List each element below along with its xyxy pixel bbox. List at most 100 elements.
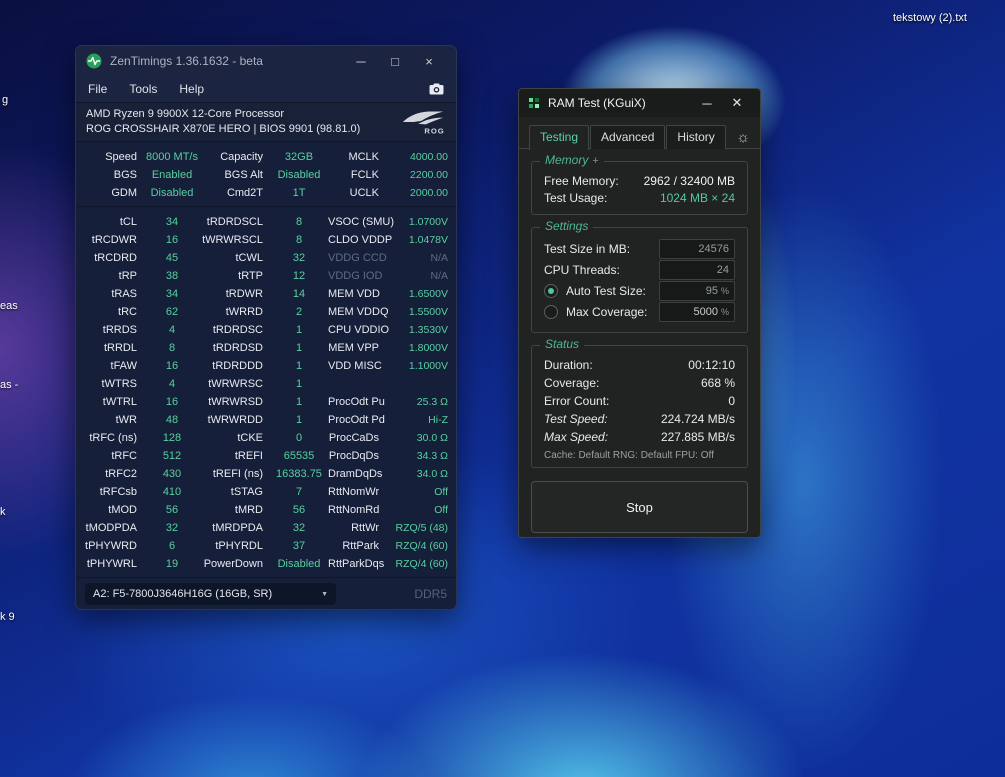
screenshot-camera-icon[interactable] xyxy=(429,83,444,95)
desktop-icon-label[interactable]: tekstowy (2).txt xyxy=(893,12,967,24)
zentimings-window-title: ZenTimings 1.36.1632 - beta xyxy=(110,54,344,68)
dimm-selector-dropdown[interactable]: A2: F5-7800J3646H16G (16GB, SR) ▼ xyxy=(85,583,336,605)
timing-value: 37 xyxy=(270,537,328,555)
coverage-value: 668 % xyxy=(701,376,735,390)
timing-value: 1.0478V xyxy=(386,231,448,249)
timing-value: Disabled xyxy=(270,555,328,573)
timing-value: 1 xyxy=(270,393,328,411)
timing-value xyxy=(386,375,448,393)
desktop-icon-label[interactable]: k xyxy=(0,506,6,518)
menu-help[interactable]: Help xyxy=(179,82,204,96)
timing-label: tWRWRSD xyxy=(200,393,270,411)
timing-value: 8 xyxy=(270,231,328,249)
desktop-icon-label[interactable]: as - xyxy=(0,379,18,391)
max-coverage-radio[interactable] xyxy=(544,305,558,319)
timing-value: 32 xyxy=(270,249,328,267)
timing-value: 1.6500V xyxy=(386,285,448,303)
menu-file[interactable]: File xyxy=(88,82,107,96)
coverage-label: Coverage: xyxy=(544,376,701,390)
timing-label: ProcOdt Pd xyxy=(328,411,386,429)
timing-value: 1 xyxy=(270,321,328,339)
tab-history[interactable]: History xyxy=(666,125,725,149)
stop-button[interactable]: Stop xyxy=(531,481,748,533)
test-size-input[interactable]: 24576 xyxy=(659,239,735,259)
timing-label: tPHYRDL xyxy=(200,537,270,555)
auto-test-size-radio[interactable] xyxy=(544,284,558,298)
timing-label: tRC xyxy=(84,303,144,321)
timing-label: VSOC (SMU) xyxy=(328,213,386,231)
zentimings-app-icon xyxy=(86,53,102,69)
timing-value: 1 xyxy=(270,339,328,357)
percent-sign: % xyxy=(721,307,729,317)
timing-label: ProcDqDs xyxy=(328,447,386,465)
timing-label: RttWr xyxy=(328,519,386,537)
info-value: 4000.00 xyxy=(386,148,448,166)
timing-value: 16 xyxy=(144,231,200,249)
zentimings-menubar: File Tools Help xyxy=(76,76,456,102)
menu-tools[interactable]: Tools xyxy=(129,82,157,96)
timing-value: RZQ/5 (48) xyxy=(386,519,448,537)
free-memory-label: Free Memory: xyxy=(544,174,644,188)
timing-value: 16 xyxy=(144,357,200,375)
error-count-label: Error Count: xyxy=(544,394,728,408)
tab-testing[interactable]: Testing xyxy=(529,125,589,150)
ramtest-minimize-button[interactable]: ─ xyxy=(692,92,722,114)
theme-toggle-sun-icon[interactable]: ☼ xyxy=(736,130,750,149)
cpu-threads-input[interactable]: 24 xyxy=(659,260,735,280)
timing-value: N/A xyxy=(386,249,448,267)
timing-label: tRFCsb xyxy=(84,483,144,501)
zentimings-titlebar[interactable]: ZenTimings 1.36.1632 - beta ─ □ × xyxy=(76,46,456,76)
auto-test-size-input[interactable]: 95% xyxy=(659,281,735,301)
chevron-down-icon: ▼ xyxy=(321,591,328,598)
timing-value: 128 xyxy=(144,429,200,447)
timing-value: 34 xyxy=(144,285,200,303)
timing-value: 65535 xyxy=(270,447,328,465)
timing-value: 16383.75 xyxy=(270,465,328,483)
info-value: Disabled xyxy=(144,184,200,202)
zentimings-minimize-button[interactable]: ─ xyxy=(344,48,378,74)
timing-value: 34.3 Ω xyxy=(386,447,448,465)
desktop-icon-label[interactable]: eas xyxy=(0,300,18,312)
zentimings-footer: A2: F5-7800J3646H16G (16GB, SR) ▼ DDR5 xyxy=(76,577,456,610)
zentimings-close-button[interactable]: × xyxy=(412,48,446,74)
timing-label: tREFI xyxy=(200,447,270,465)
timing-value: 410 xyxy=(144,483,200,501)
max-coverage-input[interactable]: 5000% xyxy=(659,302,735,322)
cpu-name: AMD Ryzen 9 9900X 12-Core Processor xyxy=(86,107,400,122)
timing-value: 430 xyxy=(144,465,200,483)
zentimings-maximize-button[interactable]: □ xyxy=(378,48,412,74)
timing-value: 32 xyxy=(144,519,200,537)
expand-icon: + xyxy=(592,155,598,167)
tab-advanced[interactable]: Advanced xyxy=(590,125,665,149)
timing-value: RZQ/4 (60) xyxy=(386,555,448,573)
info-value: 8000 MT/s xyxy=(144,148,200,166)
auto-test-size-label: Auto Test Size: xyxy=(566,284,659,298)
motherboard-bios: ROG CROSSHAIR X870E HERO | BIOS 9901 (98… xyxy=(86,122,400,137)
timing-value: 14 xyxy=(270,285,328,303)
desktop-icon-label[interactable]: g xyxy=(2,94,8,106)
timing-label: tRP xyxy=(84,267,144,285)
info-label: GDM xyxy=(84,184,144,202)
timing-value: 0 xyxy=(270,429,328,447)
timing-label: MEM VDD xyxy=(328,285,386,303)
info-label: Speed xyxy=(84,148,144,166)
info-label: Cmd2T xyxy=(200,184,270,202)
timing-value: 30.0 Ω xyxy=(386,429,448,447)
timing-label: RttParkDqs xyxy=(328,555,386,573)
info-label: UCLK xyxy=(328,184,386,202)
timing-label: tCL xyxy=(84,213,144,231)
memory-type-label: DDR5 xyxy=(336,587,447,601)
desktop-icon-label[interactable]: k 9 xyxy=(0,611,15,623)
ramtest-close-button[interactable]: ✕ xyxy=(722,92,752,114)
ramtest-titlebar[interactable]: RAM Test (KGuiX) ─ ✕ xyxy=(519,89,760,117)
info-label: BGS Alt xyxy=(200,166,270,184)
info-label: Capacity xyxy=(200,148,270,166)
timing-label: tREFI (ns) xyxy=(200,465,270,483)
ramtest-app-icon xyxy=(527,96,541,110)
test-usage-value: 1024 MB × 24 xyxy=(660,191,735,205)
timing-label: tPHYWRD xyxy=(84,537,144,555)
timing-value: 32 xyxy=(270,519,328,537)
timing-label: tRTP xyxy=(200,267,270,285)
timing-label: CPU VDDIO xyxy=(328,321,386,339)
timing-label: MEM VPP xyxy=(328,339,386,357)
